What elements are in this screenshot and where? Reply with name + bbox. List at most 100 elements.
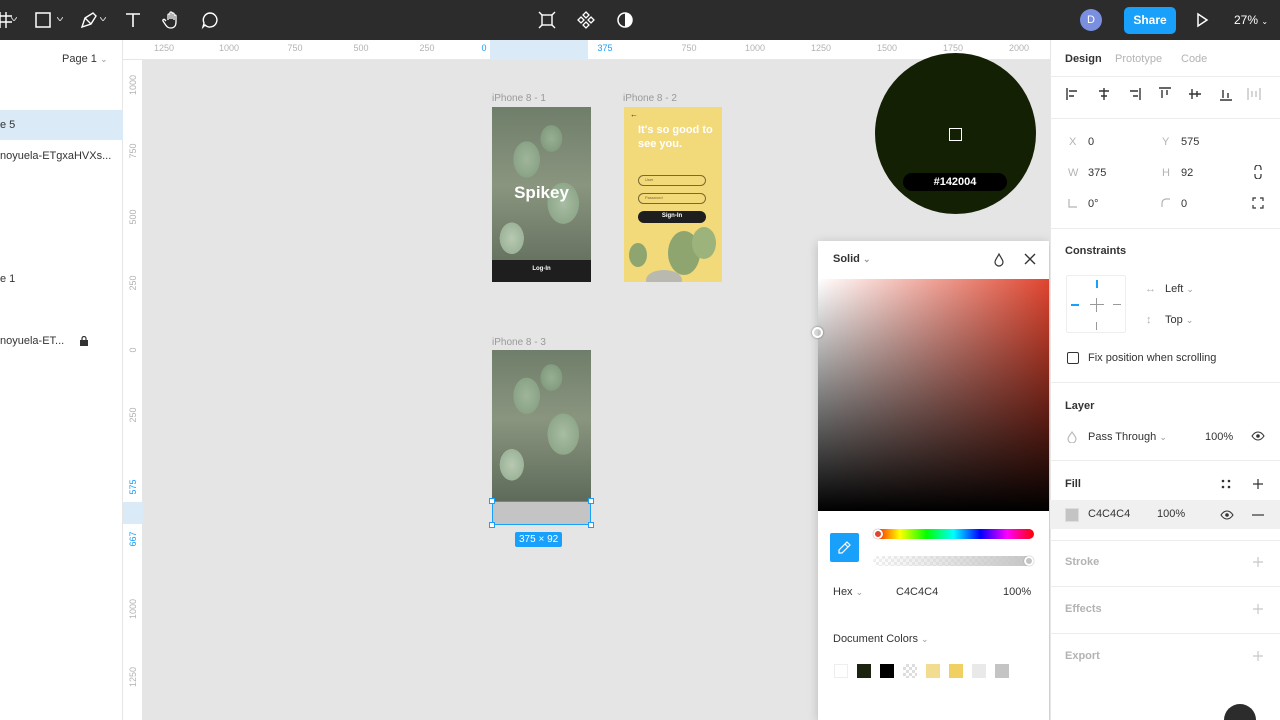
- color-swatch[interactable]: [949, 664, 963, 678]
- lock-icon[interactable]: [80, 336, 88, 346]
- text-tool-icon[interactable]: [123, 10, 143, 30]
- color-swatch[interactable]: [880, 664, 894, 678]
- color-picker-handle[interactable]: [812, 327, 823, 338]
- blend-mode-dropdown[interactable]: Pass Through ⌄: [1088, 431, 1167, 443]
- close-icon[interactable]: [1024, 253, 1036, 265]
- hand-tool-icon[interactable]: [162, 10, 182, 30]
- horizontal-constraint-dropdown[interactable]: Left ⌄: [1165, 283, 1194, 295]
- resize-handle[interactable]: [489, 522, 495, 528]
- constrain-proportions-icon[interactable]: [1253, 165, 1263, 179]
- align-bottom-icon[interactable]: [1219, 87, 1233, 101]
- fill-swatch[interactable]: [1065, 508, 1079, 522]
- frame-label[interactable]: iPhone 8 - 2: [623, 93, 677, 104]
- frame-label[interactable]: iPhone 8 - 1: [492, 93, 546, 104]
- color-swatch[interactable]: [834, 664, 848, 678]
- color-format-dropdown[interactable]: Hex ⌄: [833, 586, 863, 598]
- ruler-tick: 750: [287, 43, 303, 53]
- color-swatch[interactable]: [857, 664, 871, 678]
- saturation-brightness-area[interactable]: [818, 279, 1049, 511]
- add-fill-icon[interactable]: [1252, 478, 1264, 490]
- opacity-slider[interactable]: [873, 556, 1034, 566]
- color-swatch[interactable]: [972, 664, 986, 678]
- constraint-center-h[interactable]: [1090, 304, 1104, 305]
- selected-rectangle[interactable]: [489, 498, 594, 528]
- opacity-input[interactable]: 100%: [1003, 586, 1031, 598]
- page-selector[interactable]: Page 1 ⌄: [62, 53, 107, 65]
- frame-iphone-3[interactable]: [492, 350, 591, 503]
- tab-code[interactable]: Code: [1181, 53, 1207, 65]
- rotation-input[interactable]: 0°: [1088, 198, 1099, 210]
- blend-drop-icon[interactable]: [993, 253, 1005, 267]
- h-label: H: [1162, 167, 1170, 179]
- eye-icon[interactable]: [1220, 510, 1234, 520]
- layer-item[interactable]: e 5: [0, 110, 123, 140]
- align-center-h-icon[interactable]: [1097, 87, 1111, 101]
- opacity-slider-handle[interactable]: [1024, 556, 1034, 566]
- align-center-v-icon[interactable]: [1188, 87, 1202, 101]
- tab-design[interactable]: Design: [1065, 53, 1102, 65]
- add-stroke-icon[interactable]: [1252, 556, 1264, 568]
- fill-type-dropdown[interactable]: Solid ⌄: [833, 253, 871, 265]
- constraint-right-bar[interactable]: [1113, 304, 1121, 305]
- pen-tool-icon[interactable]: [79, 10, 99, 30]
- chevron-down-icon[interactable]: [57, 17, 63, 21]
- tab-prototype[interactable]: Prototype: [1115, 53, 1162, 65]
- hex-input[interactable]: C4C4C4: [896, 586, 938, 598]
- resize-handle[interactable]: [489, 498, 495, 504]
- play-icon[interactable]: [1192, 10, 1212, 30]
- constraint-top-bar[interactable]: [1096, 280, 1098, 288]
- rectangle-tool-icon[interactable]: [33, 10, 53, 30]
- constraint-widget[interactable]: [1066, 275, 1126, 333]
- hue-slider[interactable]: [873, 529, 1034, 539]
- layer-item[interactable]: noyuela-ETgxaHVXs...: [0, 141, 123, 171]
- constraint-left-bar[interactable]: [1071, 304, 1079, 306]
- resize-handle[interactable]: [588, 498, 594, 504]
- x-input[interactable]: 0: [1088, 136, 1094, 148]
- chevron-down-icon[interactable]: [11, 17, 17, 21]
- components-icon[interactable]: [576, 10, 596, 30]
- chevron-down-icon: ⌄: [862, 254, 871, 264]
- frame-iphone-1[interactable]: Spikey Log-In: [492, 107, 591, 282]
- independent-corners-icon[interactable]: [1252, 197, 1264, 209]
- layer-item[interactable]: e 1: [0, 264, 123, 294]
- w-input[interactable]: 375: [1088, 167, 1106, 179]
- align-left-icon[interactable]: [1066, 87, 1080, 101]
- share-button[interactable]: Share: [1124, 7, 1176, 34]
- eye-icon[interactable]: [1251, 431, 1265, 441]
- color-swatch[interactable]: [926, 664, 940, 678]
- avatar[interactable]: D: [1080, 9, 1102, 31]
- vertical-constraint-dropdown[interactable]: Top ⌄: [1165, 314, 1193, 326]
- corner-radius-input[interactable]: 0: [1181, 198, 1187, 210]
- add-effect-icon[interactable]: [1252, 603, 1264, 615]
- constraint-bottom-bar[interactable]: [1096, 322, 1097, 330]
- eyedropper-button[interactable]: [830, 533, 859, 562]
- resize-handle[interactable]: [588, 522, 594, 528]
- frame-label[interactable]: iPhone 8 - 3: [492, 337, 546, 348]
- document-colors-dropdown[interactable]: Document Colors ⌄: [833, 633, 929, 645]
- frame-iphone-2[interactable]: ← It's so good to see you. User Password…: [624, 107, 722, 282]
- hue-slider-handle[interactable]: [873, 529, 883, 539]
- align-top-icon[interactable]: [1158, 87, 1172, 101]
- color-swatch[interactable]: [995, 664, 1009, 678]
- fill-hex-input[interactable]: C4C4C4: [1088, 508, 1130, 520]
- document-swatches: [834, 664, 1014, 678]
- fill-opacity-input[interactable]: 100%: [1157, 508, 1185, 520]
- h-input[interactable]: 92: [1181, 167, 1193, 179]
- contrast-icon[interactable]: [615, 10, 635, 30]
- color-swatch[interactable]: [903, 664, 917, 678]
- distribute-icon[interactable]: [1247, 87, 1261, 101]
- fill-row[interactable]: C4C4C4 100%: [1050, 500, 1280, 529]
- chevron-down-icon[interactable]: [100, 17, 106, 21]
- constraint-center-v[interactable]: [1096, 298, 1097, 312]
- layer-opacity-input[interactable]: 100%: [1205, 431, 1233, 443]
- comment-tool-icon[interactable]: [200, 10, 220, 30]
- zoom-level[interactable]: 27% ⌄: [1234, 13, 1268, 27]
- remove-fill-icon[interactable]: [1252, 514, 1264, 516]
- y-input[interactable]: 575: [1181, 136, 1199, 148]
- transform-icon[interactable]: [537, 10, 557, 30]
- layer-item[interactable]: noyuela-ET...: [0, 326, 123, 356]
- style-grid-icon[interactable]: [1220, 478, 1232, 490]
- fix-position-checkbox[interactable]: [1067, 352, 1079, 364]
- align-right-icon[interactable]: [1127, 87, 1141, 101]
- add-export-icon[interactable]: [1252, 650, 1264, 662]
